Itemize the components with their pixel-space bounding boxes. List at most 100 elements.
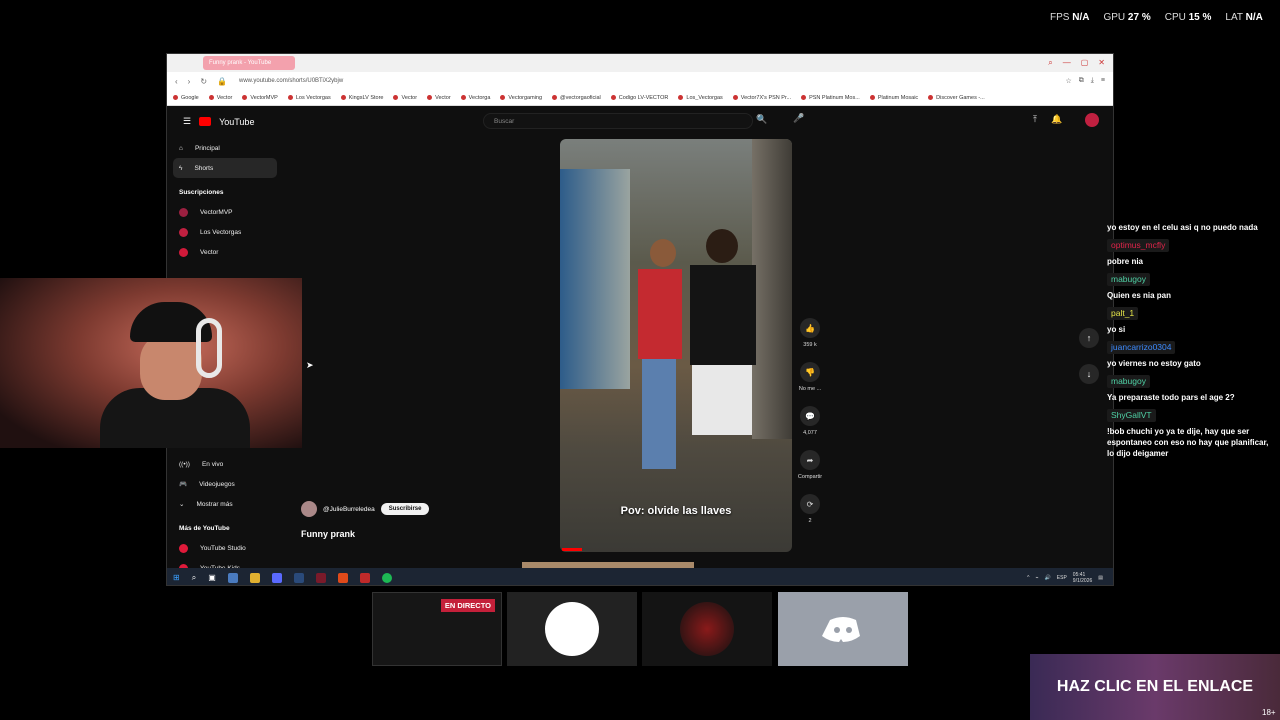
reload-icon[interactable]: ↻ xyxy=(200,77,207,86)
bookmark-item[interactable]: Los_Vectorgas xyxy=(678,95,722,101)
forward-icon[interactable]: › xyxy=(188,77,191,86)
bookmark-item[interactable]: Vector xyxy=(393,95,417,101)
language-indicator[interactable]: ESP xyxy=(1057,575,1067,581)
bookmark-item[interactable]: Vector xyxy=(427,95,451,101)
search-taskbar-icon[interactable]: ⌕ xyxy=(192,573,196,583)
account-avatar[interactable] xyxy=(1085,113,1099,127)
sidebar-item-live[interactable]: ((•)) En vivo xyxy=(173,454,277,474)
hamburger-menu-icon[interactable]: ☰ xyxy=(183,116,191,127)
network-icon[interactable]: ⌁ xyxy=(1036,575,1039,581)
app-icon-discord[interactable] xyxy=(271,572,282,583)
chat-username[interactable]: ShyGallVT xyxy=(1107,409,1156,422)
task-view-icon[interactable]: ▣ xyxy=(208,573,216,582)
app-icon-obs[interactable] xyxy=(359,572,370,583)
chat-message: yo viernes no estoy gato xyxy=(1107,359,1201,368)
bookmark-icon[interactable]: ☆ xyxy=(1066,77,1072,85)
sidebar-item-label: Videojuegos xyxy=(199,480,235,488)
maximize-icon[interactable]: ▢ xyxy=(1081,58,1089,68)
bookmark-item[interactable]: KingsLV Store xyxy=(341,95,384,101)
next-short-arrow-down-icon[interactable]: ↓ xyxy=(1079,364,1099,384)
chat-username[interactable]: mabugoy xyxy=(1107,273,1150,286)
upload-icon[interactable]: ⤒ xyxy=(1033,114,1037,125)
more-youtube-label: YouTube Studio xyxy=(200,544,246,552)
dislike-button[interactable]: 👎 No me ... xyxy=(795,362,825,392)
steam-icon[interactable] xyxy=(293,572,304,583)
url-field[interactable]: www.youtube.com/shorts/U0BTiX2ybjw xyxy=(239,78,343,84)
app-icon-explorer[interactable] xyxy=(227,572,238,583)
channel-avatar-icon xyxy=(179,227,188,237)
menu-icon[interactable]: ≡ xyxy=(1101,77,1105,85)
chat-username[interactable]: palt_1 xyxy=(1107,307,1139,320)
youtube-logo-icon[interactable] xyxy=(199,117,212,126)
extensions-icon[interactable]: ⧉ xyxy=(1079,77,1084,85)
sidebar-item-label: En vivo xyxy=(201,460,224,468)
sidebar-item-chevron-down[interactable]: ⌄ Mostrar más xyxy=(173,494,277,514)
bookmark-item[interactable]: Google xyxy=(173,95,199,101)
youtube-logo-text[interactable]: YouTube xyxy=(219,117,254,127)
dislike-icon: 👎 xyxy=(800,362,820,382)
sidebar-item-shorts[interactable]: ϟ Shorts xyxy=(173,158,277,178)
stream-thumb-avatar[interactable] xyxy=(507,592,637,666)
gpu-stat: GPU 27 % xyxy=(1103,12,1151,23)
notification-center-icon[interactable]: ▤ xyxy=(1098,575,1103,581)
video-title[interactable]: Funny prank xyxy=(301,529,355,539)
download-icon[interactable]: ⤓ xyxy=(1091,77,1094,85)
windows-start-icon[interactable]: ⊞ xyxy=(173,573,180,582)
channel-avatar-icon xyxy=(179,247,188,257)
chat-username[interactable]: juancarrizo0304 xyxy=(1107,341,1176,354)
search-tabs-icon[interactable]: ⌕ xyxy=(1048,58,1052,68)
brave-icon[interactable] xyxy=(337,572,348,583)
app-icon-opera[interactable] xyxy=(315,572,326,583)
spotify-icon[interactable] xyxy=(381,572,392,583)
bookmark-item[interactable]: Discover Games -... xyxy=(928,95,985,101)
previous-short-arrow-up-icon[interactable]: ↑ xyxy=(1079,328,1099,348)
bookmark-item[interactable]: Vectorga xyxy=(461,95,491,101)
chat-username[interactable]: mabugoy xyxy=(1107,375,1150,388)
folder-icon[interactable] xyxy=(249,572,260,583)
bookmark-item[interactable]: Platinum Mosaic xyxy=(870,95,918,101)
bookmark-item[interactable]: Vectorgaming xyxy=(500,95,542,101)
sidebar-item-principal[interactable]: ⌂ Principal xyxy=(173,138,277,158)
bookmark-item[interactable]: VectorMVP xyxy=(242,95,278,101)
bookmark-item[interactable]: Vector7X's PSN Pr... xyxy=(733,95,791,101)
like-button[interactable]: 👍 359 k xyxy=(795,318,825,348)
back-icon[interactable]: ‹ xyxy=(175,77,178,86)
video-progress-bar[interactable] xyxy=(562,548,582,551)
header-right-icons: ⤒ 🔔 xyxy=(1033,114,1062,125)
bookmark-item[interactable]: PSN Platinum Mos... xyxy=(801,95,860,101)
subscriptions-heading[interactable]: Suscripciones xyxy=(173,182,277,202)
click-link-banner[interactable]: HAZ CLIC EN EL ENLACE xyxy=(1030,654,1280,720)
subscription-item[interactable]: VectorMVP xyxy=(173,202,277,222)
search-input[interactable]: Buscar xyxy=(483,113,753,129)
notifications-icon[interactable]: 🔔 xyxy=(1051,114,1062,125)
tray-chevron-icon[interactable]: ^ xyxy=(1027,575,1029,581)
bookmark-item[interactable]: Vector xyxy=(209,95,233,101)
share-button[interactable]: ➦ Compartir xyxy=(795,450,825,480)
volume-icon[interactable]: 🔊 xyxy=(1045,575,1051,581)
remix-button[interactable]: ⟳ 2 xyxy=(795,494,825,524)
search-icon[interactable]: 🔍 xyxy=(756,114,767,125)
sidebar-item-gamepad[interactable]: 🎮 Videojuegos xyxy=(173,474,277,494)
microphone-icon[interactable]: 🎤 xyxy=(793,113,804,124)
stream-thumb-logo[interactable] xyxy=(642,592,772,666)
close-icon[interactable]: ✕ xyxy=(1098,58,1105,68)
minimize-icon[interactable]: — xyxy=(1063,58,1071,68)
chat-username[interactable]: optimus_mcfly xyxy=(1107,239,1170,252)
browser-toolbar: ☆ ⧉ ⤓ ≡ xyxy=(1066,77,1113,85)
subscription-item[interactable]: Vector xyxy=(173,242,277,262)
bookmark-item[interactable]: @vectorgaoficial xyxy=(552,95,601,101)
discord-panel[interactable] xyxy=(778,592,908,666)
subscription-item[interactable]: Los Vectorgas xyxy=(173,222,277,242)
stream-thumb-live[interactable]: EN DIRECTO xyxy=(372,592,502,666)
shorts-video-player[interactable]: Pov: olvide las llaves xyxy=(560,139,792,552)
channel-name[interactable]: @JulieBurreledea xyxy=(323,506,375,513)
clock[interactable]: 05:41 9/1/2026 xyxy=(1073,572,1092,584)
bookmark-item[interactable]: Los Vectorgas xyxy=(288,95,331,101)
streamer-face xyxy=(140,334,202,400)
more-youtube-item[interactable]: YouTube Studio xyxy=(173,538,277,558)
subscribe-button[interactable]: Suscribirse xyxy=(380,503,430,515)
channel-avatar[interactable] xyxy=(301,501,317,517)
comment-button[interactable]: 💬 4,077 xyxy=(795,406,825,436)
bookmark-item[interactable]: Codigo LV-VECTOR xyxy=(611,95,669,101)
browser-tab-youtube[interactable]: Funny prank - YouTube xyxy=(203,56,295,70)
